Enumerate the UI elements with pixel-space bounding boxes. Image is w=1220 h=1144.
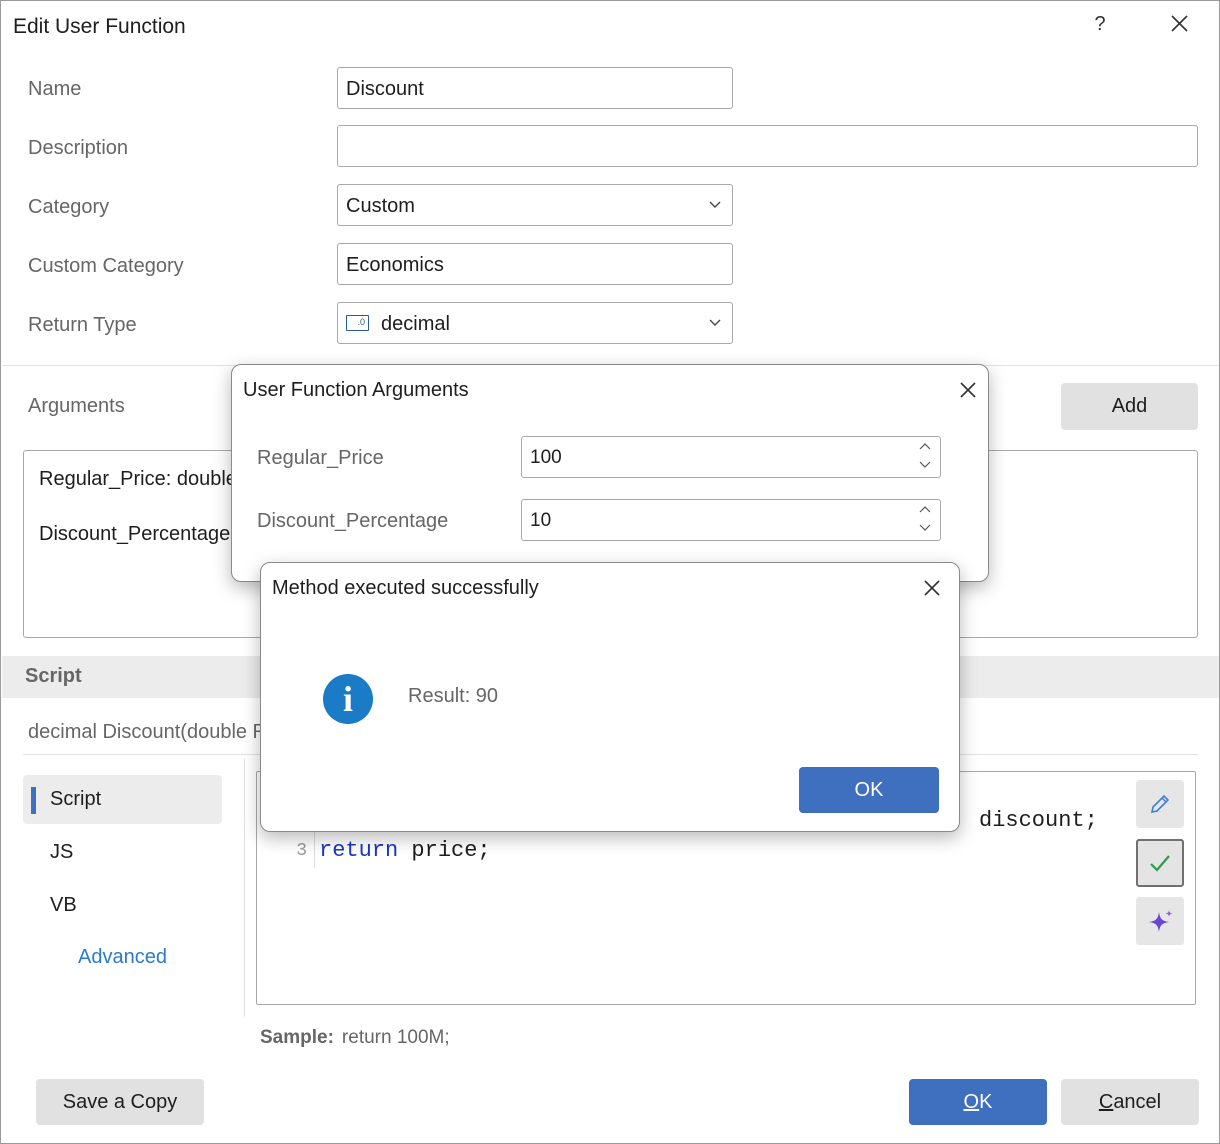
line-number: 3	[296, 841, 307, 861]
description-field[interactable]	[337, 125, 1198, 167]
argument-item[interactable]: Discount_Percentage:	[39, 523, 236, 546]
category-value: Custom	[346, 195, 415, 217]
regular-price-label: Regular_Price	[257, 447, 384, 469]
chevron-down-icon[interactable]	[919, 459, 931, 469]
chevron-up-icon[interactable]	[919, 442, 931, 452]
result-ok-button[interactable]: OK	[799, 767, 939, 813]
code-keyword: return	[319, 838, 399, 863]
close-icon	[924, 580, 940, 596]
close-icon	[1171, 15, 1188, 32]
argument-item[interactable]: Regular_Price: double	[39, 468, 237, 491]
dialog-close-button[interactable]	[956, 378, 980, 402]
custom-category-field[interactable]: Economics	[337, 243, 733, 285]
tab-js[interactable]: JS	[23, 828, 222, 877]
discount-percentage-label: Discount_Percentage	[257, 510, 449, 532]
sample-label: Sample:	[260, 1027, 334, 1048]
help-button[interactable]: ?	[1089, 13, 1111, 36]
name-field[interactable]: Discount	[337, 67, 733, 109]
name-label: Name	[28, 78, 82, 100]
category-select[interactable]: Custom	[337, 184, 733, 226]
save-copy-button[interactable]: Save a Copy	[36, 1079, 204, 1125]
edit-script-button[interactable]	[1136, 780, 1184, 828]
chevron-down-icon[interactable]	[919, 522, 931, 532]
chevron-up-icon[interactable]	[919, 505, 931, 515]
decimal-type-icon: .0	[346, 315, 369, 331]
chevron-down-icon	[709, 201, 721, 208]
code-line-2-tail: discount;	[979, 808, 1098, 833]
regular-price-value: 100	[530, 447, 562, 468]
add-argument-button[interactable]: Add	[1061, 383, 1198, 430]
code-text: price;	[398, 838, 491, 863]
user-function-arguments-dialog: User Function Arguments Regular_Price 10…	[231, 364, 989, 582]
sample-hint: Sample: return 100M;	[260, 1027, 450, 1049]
advanced-link[interactable]: Advanced	[78, 946, 167, 969]
result-message: Result: 90	[408, 685, 499, 707]
dialog-title: User Function Arguments	[243, 379, 469, 401]
check-icon	[1150, 855, 1170, 872]
return-type-label: Return Type	[28, 314, 137, 336]
divider	[244, 759, 245, 1017]
regular-price-spinner[interactable]: 100	[521, 436, 941, 478]
window-title: Edit User Function	[13, 15, 186, 38]
window-close-button[interactable]	[1165, 9, 1195, 39]
method-result-dialog: Method executed successfully i Result: 9…	[260, 562, 960, 832]
dialog-close-button[interactable]	[920, 576, 944, 600]
return-type-value: decimal	[381, 313, 450, 335]
sample-value: return 100M;	[341, 1027, 450, 1048]
function-signature: decimal Discount(double R	[28, 721, 268, 743]
arguments-label: Arguments	[28, 395, 125, 417]
tab-vb[interactable]: VB	[23, 881, 222, 930]
cancel-button[interactable]: Cancel	[1061, 1079, 1199, 1125]
code-line-3: 3 return price;	[257, 838, 1195, 866]
ok-button[interactable]: OK	[909, 1079, 1047, 1125]
ai-assist-button[interactable]	[1136, 897, 1184, 945]
chevron-down-icon	[709, 319, 721, 326]
custom-category-label: Custom Category	[28, 255, 184, 277]
check-syntax-button[interactable]	[1136, 839, 1184, 887]
description-label: Description	[28, 137, 129, 159]
sparkle-icon	[1149, 910, 1173, 932]
discount-percentage-spinner[interactable]: 10	[521, 499, 941, 541]
discount-percentage-value: 10	[530, 510, 552, 531]
tab-script[interactable]: Script	[23, 775, 222, 824]
info-icon: i	[323, 674, 373, 724]
return-type-select[interactable]: .0 decimal	[337, 302, 733, 344]
category-label: Category	[28, 196, 110, 218]
close-icon	[960, 382, 976, 398]
pencil-icon	[1150, 794, 1170, 814]
dialog-title: Method executed successfully	[272, 577, 539, 599]
